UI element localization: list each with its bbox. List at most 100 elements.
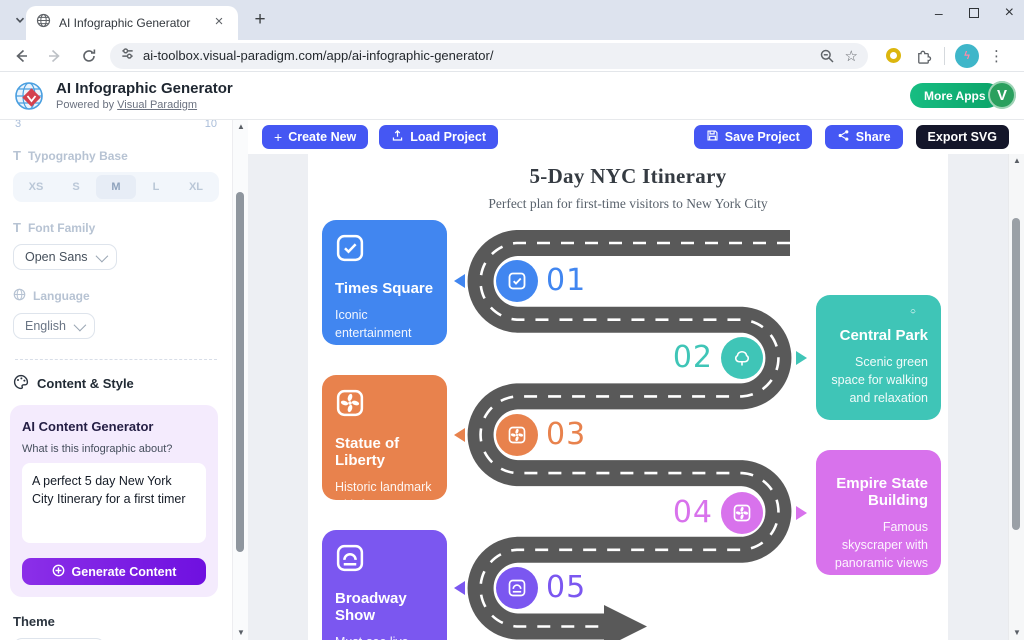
ai-panel-title: AI Content Generator	[22, 419, 206, 434]
font-family-select[interactable]: Open Sans	[13, 244, 117, 270]
browser-menu-icon[interactable]: ⋮	[989, 47, 1004, 65]
tab-strip: AI Infographic Generator × + – ×	[0, 0, 1024, 40]
scroll-down-icon[interactable]: ▼	[233, 626, 249, 640]
plus-icon: +	[274, 129, 282, 145]
card-title: Times Square	[335, 280, 434, 297]
scroll-down-icon[interactable]: ▼	[1009, 626, 1024, 640]
globe-icon	[13, 288, 26, 304]
new-tab-button[interactable]: +	[248, 9, 272, 33]
favicon-globe-icon	[36, 13, 51, 33]
card-broadway-show[interactable]: Broadway Show Must-see live theater expe…	[322, 530, 447, 640]
language-select[interactable]: English	[13, 313, 95, 339]
size-option-l[interactable]: L	[136, 175, 176, 199]
more-apps-button[interactable]: More Apps	[910, 83, 1000, 108]
check-square-icon	[507, 271, 527, 291]
visual-paradigm-link[interactable]: Visual Paradigm	[117, 99, 197, 111]
ai-panel-question: What is this infographic about?	[22, 443, 206, 455]
step-number: 04	[653, 496, 713, 530]
extensions-puzzle-icon[interactable]	[915, 47, 932, 64]
generate-content-button[interactable]: Generate Content	[22, 558, 206, 585]
zoom-out-icon[interactable]	[819, 48, 835, 64]
size-option-xs[interactable]: XS	[16, 175, 56, 199]
pointer-arrow-icon	[454, 274, 465, 288]
chevron-down-icon	[74, 318, 87, 331]
card-statue-of-liberty[interactable]: Statue of Liberty Historic landmark with…	[322, 375, 447, 500]
fan-icon	[507, 425, 527, 445]
tree-icon	[732, 348, 752, 368]
generate-icon	[52, 564, 65, 580]
pointer-arrow-icon	[796, 506, 807, 520]
road-marker-2	[721, 337, 763, 379]
extension-badge-icon[interactable]	[886, 48, 901, 63]
divider	[15, 359, 217, 360]
card-times-square[interactable]: Times Square Iconic entertainment hub wi…	[322, 220, 447, 345]
reload-icon[interactable]	[76, 43, 102, 69]
step-number: 02	[653, 341, 713, 375]
user-avatar[interactable]: V	[988, 81, 1016, 109]
card-empire-state-building[interactable]: Empire State Building Famous skyscraper …	[816, 450, 941, 575]
save-icon	[706, 129, 719, 145]
language-label: Language	[13, 288, 219, 304]
typography-base-label: T Typography Base	[13, 148, 219, 163]
card-title: Statue of Liberty	[335, 435, 434, 469]
size-option-xl[interactable]: XL	[176, 175, 216, 199]
card-title: Central Park	[840, 327, 928, 344]
load-project-button[interactable]: Load Project	[379, 125, 498, 149]
typography-icon: T	[13, 148, 21, 163]
scroll-up-icon[interactable]: ▲	[233, 120, 249, 134]
card-central-park[interactable]: Central Park Scenic green space for walk…	[816, 295, 941, 420]
chevron-down-icon	[95, 249, 108, 262]
site-settings-icon[interactable]	[120, 46, 135, 66]
window-close-icon[interactable]: ×	[1005, 6, 1014, 20]
maximize-icon[interactable]	[969, 8, 979, 18]
theme-label: Theme	[13, 614, 219, 629]
export-svg-button[interactable]: Export SVG	[916, 125, 1009, 149]
settings-sidebar: 3 10 T Typography Base XS S M L XL T Fon…	[0, 120, 232, 640]
canvas-scrollbar-thumb[interactable]	[1012, 218, 1020, 530]
road-marker-1	[496, 260, 538, 302]
bookmark-star-icon[interactable]: ☆	[845, 47, 858, 65]
forward-icon[interactable]	[42, 43, 68, 69]
visual-paradigm-logo	[13, 79, 47, 113]
size-option-s[interactable]: S	[56, 175, 96, 199]
tab-title: AI Infographic Generator	[59, 16, 210, 30]
upload-icon	[391, 129, 404, 145]
slider-range-labels: 3 10	[13, 120, 219, 130]
typography-size-segmented: XS S M L XL	[13, 172, 219, 202]
tree-icon	[898, 308, 928, 315]
browser-tab[interactable]: AI Infographic Generator ×	[26, 6, 238, 40]
fan-icon	[732, 503, 752, 523]
size-option-m[interactable]: M	[96, 175, 136, 199]
sidebar-scrollbar-thumb[interactable]	[236, 192, 244, 552]
road-marker-5	[496, 567, 538, 609]
card-description: Iconic entertainment hub with bright lig…	[335, 306, 434, 379]
card-description: Scenic green space for walking and relax…	[829, 353, 928, 407]
save-project-button[interactable]: Save Project	[694, 125, 812, 149]
ai-prompt-input[interactable]: A perfect 5 day New York City Itinerary …	[22, 463, 206, 543]
powered-by: Powered by Visual Paradigm	[56, 99, 197, 111]
step-number: 03	[546, 418, 586, 452]
scroll-up-icon[interactable]: ▲	[1009, 154, 1024, 168]
back-icon[interactable]	[8, 43, 34, 69]
address-bar[interactable]: ai-toolbox.visual-paradigm.com/app/ai-in…	[110, 43, 868, 69]
share-icon	[837, 129, 850, 145]
theater-icon	[507, 578, 527, 598]
pointer-arrow-icon	[454, 428, 465, 442]
font-family-label: T Font Family	[13, 220, 219, 235]
card-description: Historic landmark with ferry access	[335, 478, 434, 514]
road-marker-4	[721, 492, 763, 534]
theater-icon	[335, 543, 365, 573]
browser-profile-avatar[interactable]: ϟ	[955, 44, 979, 68]
ai-content-generator-panel: AI Content Generator What is this infogr…	[10, 405, 218, 597]
minimize-icon[interactable]: –	[935, 6, 943, 20]
url-text[interactable]: ai-toolbox.visual-paradigm.com/app/ai-in…	[143, 48, 809, 63]
card-description: Famous skyscraper with panoramic views	[829, 518, 928, 572]
create-new-button[interactable]: + Create New	[262, 125, 368, 149]
share-button[interactable]: Share	[825, 125, 903, 149]
card-title: Broadway Show	[335, 590, 434, 624]
infographic-sheet[interactable]: 5-Day NYC Itinerary Perfect plan for fir…	[308, 154, 948, 640]
step-number: 05	[546, 571, 586, 605]
tab-close-icon[interactable]: ×	[210, 14, 228, 32]
step-number: 01	[546, 264, 586, 298]
window-controls: – ×	[935, 6, 1014, 20]
